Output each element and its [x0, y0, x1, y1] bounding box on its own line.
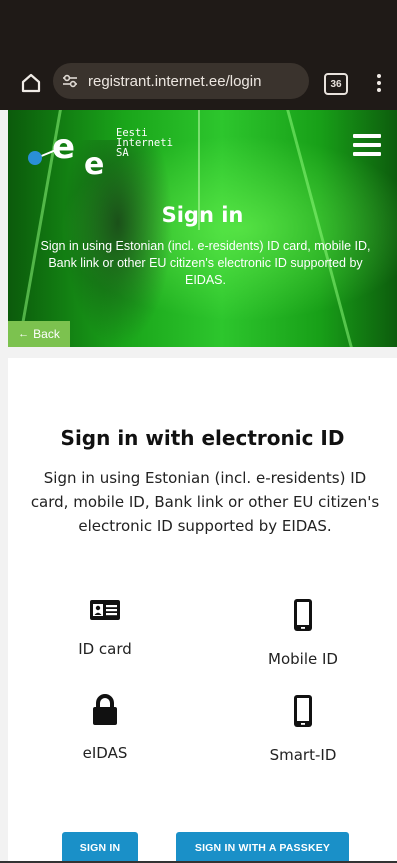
card-description: Sign in using Estonian (incl. e-resident…: [30, 469, 380, 535]
more-menu-icon[interactable]: [374, 72, 384, 94]
address-bar[interactable]: registrant.internet.ee/login: [53, 63, 309, 99]
method-mobile-id[interactable]: Mobile ID: [228, 598, 378, 668]
id-card-icon: [90, 600, 120, 620]
hero-description: Sign in using Estonian (incl. e-resident…: [40, 239, 371, 287]
smartphone-icon: [294, 695, 312, 727]
method-smart-id[interactable]: Smart-ID: [228, 694, 378, 764]
method-label: eIDAS: [82, 744, 128, 762]
login-card: Sign in with electronic ID Sign in using…: [8, 358, 397, 863]
method-label: Smart-ID: [269, 746, 337, 764]
logo-text: Eesti Interneti SA: [116, 127, 173, 159]
arrow-left-icon: ←: [18, 328, 30, 340]
card-title: Sign in with electronic ID: [60, 426, 345, 450]
site-settings-icon[interactable]: [62, 74, 78, 88]
back-button[interactable]: ← Back: [8, 321, 70, 347]
tabs-icon[interactable]: 36: [324, 73, 348, 95]
method-eidas[interactable]: eIDAS: [30, 694, 180, 762]
browser-toolbar: registrant.internet.ee/login 36: [0, 0, 397, 110]
tab-count: 36: [330, 78, 342, 90]
svg-text:e: e: [84, 147, 104, 182]
mobile-phone-icon: [294, 599, 312, 631]
eis-logo-icon[interactable]: e e: [26, 124, 116, 184]
hero-title: Sign in: [161, 203, 244, 227]
light-beam: [286, 110, 353, 347]
home-icon[interactable]: [20, 72, 42, 94]
hamburger-menu-icon[interactable]: [353, 134, 381, 158]
method-id-card[interactable]: ID card: [30, 598, 180, 658]
sign-in-button[interactable]: SIGN IN: [62, 832, 138, 863]
back-label: Back: [33, 327, 60, 341]
method-label: Mobile ID: [268, 650, 338, 668]
hero-banner: e e Eesti Interneti SA Sign in Sign in u…: [8, 110, 397, 347]
sign-in-passkey-button[interactable]: SIGN IN WITH A PASSKEY: [176, 832, 349, 863]
method-label: ID card: [78, 640, 132, 658]
svg-text:e: e: [52, 127, 75, 167]
lock-icon: [93, 694, 117, 725]
url-text: registrant.internet.ee/login: [88, 72, 262, 90]
